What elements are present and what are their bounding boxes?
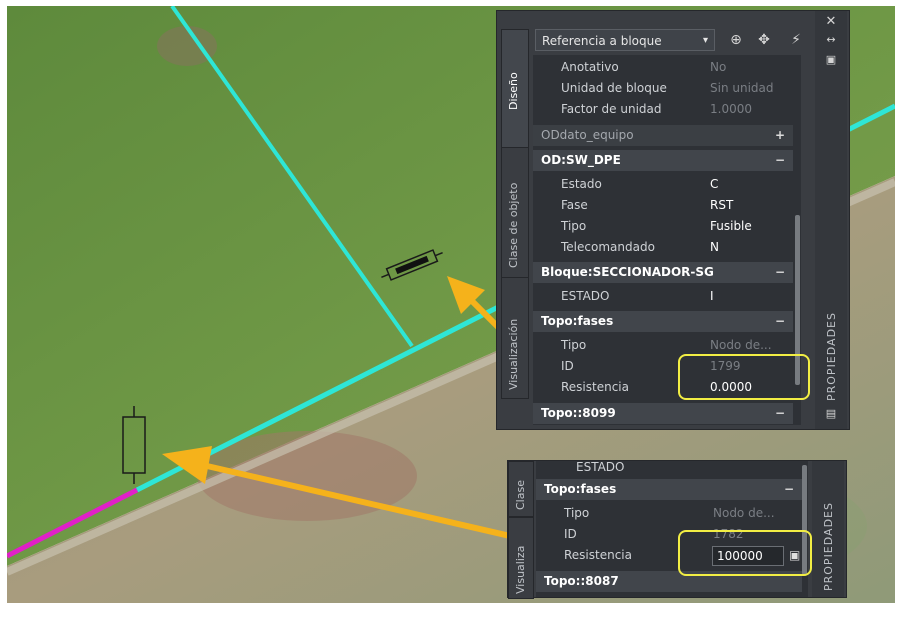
collapse-icon[interactable]: −: [775, 403, 785, 424]
chevron-down-icon: ▾: [702, 35, 708, 46]
palette-title: PROPIEDADES: [825, 312, 838, 401]
collapse-icon[interactable]: −: [775, 311, 785, 332]
property-row[interactable]: Unidad de bloque Sin unidad: [533, 78, 801, 99]
object-type-select[interactable]: Referencia a bloque ▾: [535, 29, 715, 51]
section-topo-8099[interactable]: Topo::8099 −: [533, 403, 793, 424]
property-row[interactable]: ESTADO: [536, 457, 808, 478]
highlight-resistencia-2: [678, 530, 812, 576]
tab-diseno[interactable]: Diseño: [501, 29, 529, 149]
property-row[interactable]: Tipo Nodo de...: [536, 503, 808, 524]
select-objects-icon[interactable]: ✥: [755, 31, 773, 49]
tab-clase-de-objeto[interactable]: Clase de objeto: [501, 147, 529, 279]
property-row[interactable]: Estado C: [533, 174, 801, 195]
collapse-icon[interactable]: −: [775, 262, 785, 283]
property-row[interactable]: Fase RST: [533, 195, 801, 216]
inset-property-grid: ESTADO Topo:fases − Tipo Nodo de... ID 178…: [536, 460, 808, 597]
collapse-icon[interactable]: −: [775, 150, 785, 171]
property-row[interactable]: Factor de unidad 1.0000: [533, 99, 801, 120]
properties-inset-panel: Clase Visualiza ESTADO Topo:fases − Tipo…: [507, 460, 847, 599]
palette-title: PROPIEDADES: [822, 502, 835, 591]
property-row[interactable]: Tipo Nodo de...: [533, 335, 801, 356]
property-row[interactable]: Anotativo No: [533, 57, 801, 78]
tab-visualiza[interactable]: Visualiza: [508, 517, 534, 599]
section-topo-fases[interactable]: Topo:fases −: [536, 479, 802, 500]
property-row[interactable]: ESTADO I: [533, 286, 801, 307]
section-od-dato-equipo[interactable]: ODdato_equipo +: [533, 125, 793, 146]
highlight-resistencia-1: [678, 354, 810, 400]
settings-icon[interactable]: ▣: [822, 51, 840, 69]
collapse-icon[interactable]: −: [784, 479, 794, 500]
palette-title-bar: ✕ ↔ ▣ PROPIEDADES ▤: [815, 11, 847, 429]
tab-visualizacion[interactable]: Visualización: [501, 277, 529, 399]
quick-select-icon[interactable]: ⊕: [727, 31, 745, 49]
properties-icon[interactable]: ▤: [822, 405, 840, 423]
auto-hide-icon[interactable]: ↔: [822, 31, 840, 49]
property-row[interactable]: Tipo Fusible: [533, 216, 801, 237]
expand-icon[interactable]: +: [775, 125, 785, 146]
inset-title-bar: PROPIEDADES: [812, 461, 844, 597]
section-topo-fases[interactable]: Topo:fases −: [533, 311, 793, 332]
close-icon[interactable]: ✕: [822, 13, 840, 31]
tab-clase[interactable]: Clase: [508, 461, 534, 517]
toggle-pickadd-icon[interactable]: ⚡: [787, 31, 805, 49]
section-od-sw-dpe[interactable]: OD:SW_DPE −: [533, 150, 793, 171]
section-bloque[interactable]: Bloque:SECCIONADOR-SG −: [533, 262, 793, 283]
property-row[interactable]: Telecomandado N: [533, 237, 801, 258]
